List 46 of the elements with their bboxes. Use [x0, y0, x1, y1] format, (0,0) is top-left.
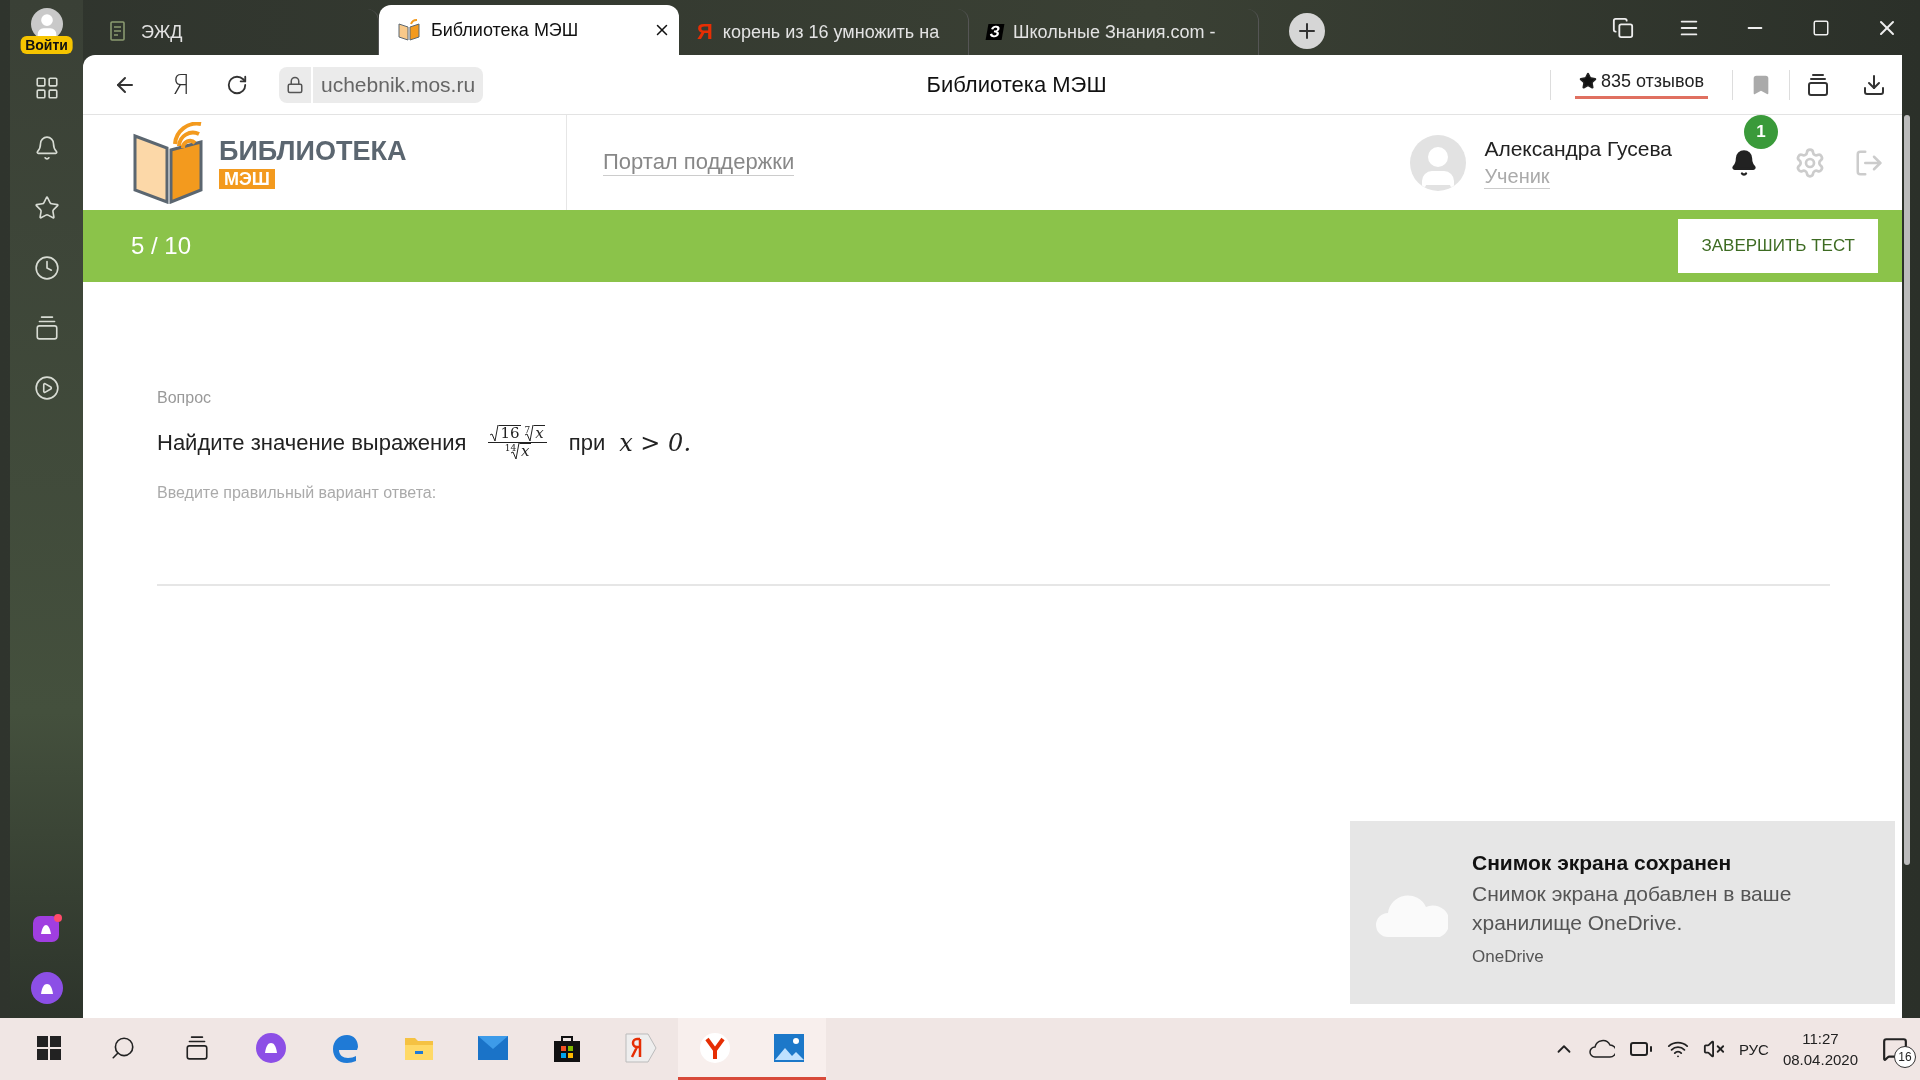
logo-title: БИБЛИОТЕКА — [219, 136, 407, 167]
finish-test-button[interactable]: ЗАВЕРШИТЬ ТЕСТ — [1678, 219, 1878, 273]
answer-hint: Введите правильный вариант ответа: — [157, 484, 438, 502]
toast-message: Снимок экрана добавлен в ваше хранилище OneDrive. — [1472, 881, 1793, 936]
user-name: Александра Гусева — [1484, 136, 1672, 161]
new-tab-button[interactable] — [1289, 13, 1325, 49]
clock[interactable]: 11:27 08.04.2020 — [1782, 1030, 1858, 1068]
support-link[interactable]: Портал поддержки — [603, 149, 795, 176]
question-text: при — [568, 429, 606, 456]
home-button[interactable]: Я — [153, 61, 209, 108]
toast-title: Снимок экрана сохранен — [1472, 851, 1733, 875]
bell-icon[interactable] — [1730, 148, 1758, 177]
browser-tab[interactable]: Библиотека МЭШ — [379, 5, 679, 55]
letter-badge-icon: З — [985, 24, 1005, 40]
question-label: Вопрос — [157, 389, 213, 407]
mute-icon[interactable] — [1702, 1038, 1725, 1060]
url-field[interactable]: uchebnik.mos.ru — [313, 66, 484, 103]
page-title: Библиотека МЭШ — [925, 71, 1108, 98]
letter-tag-icon — [624, 1031, 658, 1064]
star-icon — [1578, 72, 1597, 90]
profile-button[interactable]: Войти — [16, 8, 77, 58]
math-condition: x > 0. — [619, 428, 691, 457]
notification-count: 16 — [1894, 1046, 1916, 1068]
language-indicator[interactable]: РУС — [1738, 1040, 1769, 1058]
notification-count: 1 — [1744, 114, 1778, 149]
radical-expression: 7 x — [524, 425, 545, 442]
radical-expression: 14 x — [504, 443, 531, 460]
toast-source: OneDrive — [1472, 947, 1545, 967]
browser-e-icon — [330, 1032, 360, 1063]
question-text: Найдите значение выражения — [157, 429, 467, 456]
y-logo-icon — [699, 1031, 731, 1064]
reviews-link[interactable]: 835 отзывов — [1574, 70, 1708, 99]
scrollbar[interactable] — [1904, 115, 1910, 865]
voice-assistant-icon — [255, 1031, 287, 1064]
question-counter: 5 / 10 — [131, 232, 192, 260]
letter-logo-icon: Я — [697, 21, 713, 43]
cloud-icon[interactable] — [1588, 1039, 1615, 1059]
landscape-picture-icon — [773, 1032, 805, 1063]
windows-logo-icon — [37, 1035, 61, 1060]
reviews-count: 835 отзывов — [1600, 70, 1704, 92]
radical-expression: 16 — [490, 425, 521, 442]
task-view-icon — [184, 1034, 210, 1061]
logo-badge: МЭШ — [219, 169, 275, 189]
envelope-icon — [477, 1034, 509, 1061]
book-icon — [397, 18, 421, 42]
lock-icon[interactable] — [279, 66, 311, 103]
